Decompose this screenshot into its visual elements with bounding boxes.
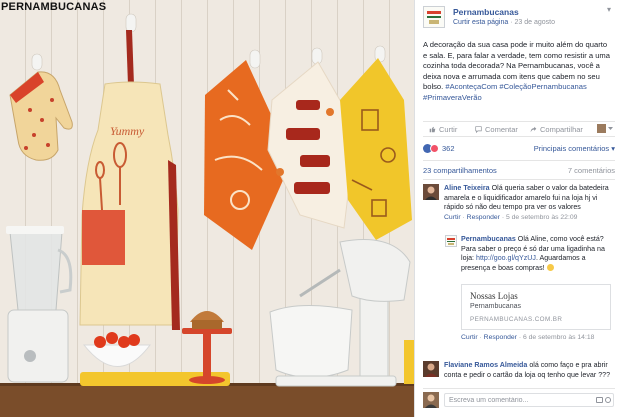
avatar[interactable] <box>423 361 439 377</box>
post-hashtags[interactable]: #AconteçaCom #ColeçãoPernambucanas #Prim… <box>423 82 587 102</box>
post-header: Pernambucanas Curtir esta página · 23 de… <box>423 6 615 32</box>
reply-link[interactable]: http://goo.gl/qYzUJ <box>476 254 536 262</box>
meta-separator: · <box>510 19 513 26</box>
page-avatar[interactable] <box>423 6 445 28</box>
like-page-link[interactable]: Curtir esta página <box>453 19 508 26</box>
share-button[interactable]: Compartilhar <box>530 125 583 134</box>
avatar[interactable] <box>423 184 439 200</box>
emoji-icon[interactable] <box>605 397 611 403</box>
reply-like-link[interactable]: Curtir <box>461 334 478 341</box>
like-button[interactable]: Curtir <box>429 125 457 134</box>
comment-author[interactable]: Aline Teixeira <box>444 184 490 192</box>
kitchen-photo: Yummy <box>0 0 414 417</box>
current-user-avatar <box>423 392 439 408</box>
comment-input-box[interactable] <box>444 393 614 407</box>
page-name[interactable]: Pernambucanas <box>453 7 519 17</box>
post-text: A decoração da sua casa pode ir muito al… <box>423 40 613 104</box>
reply-body: Pernambucanas Olá Aline, como você está?… <box>461 235 611 273</box>
comment-icon <box>475 126 482 133</box>
post-meta: Curtir esta página · 23 de agosto <box>453 19 555 26</box>
reactions-bar: 362 Principais comentários ▾ <box>423 143 615 157</box>
smile-emoji-icon <box>546 263 554 271</box>
comment-input[interactable] <box>445 394 593 406</box>
divider <box>423 388 615 389</box>
reply-footer-links: Curtir · Responder · 6 de setembro às 14… <box>461 334 595 341</box>
comment-composer <box>423 392 615 410</box>
love-reaction-icon[interactable] <box>430 144 439 153</box>
share-icon <box>530 126 537 133</box>
share-count[interactable]: 23 compartilhamentos <box>423 166 497 175</box>
comment-time[interactable]: 5 de setembro às 22:09 <box>506 214 577 221</box>
reply-reply-link[interactable]: Responder <box>484 334 517 341</box>
apron-text: Yummy <box>110 124 145 138</box>
post-panel: Pernambucanas Curtir esta página · 23 de… <box>414 0 620 417</box>
comment-button[interactable]: Comentar <box>475 125 518 134</box>
reply-footer: Curtir · Responder · 6 de setembro às 14… <box>461 333 611 342</box>
reaction-count[interactable]: 362 <box>442 144 455 153</box>
divider <box>423 179 615 180</box>
thumbs-up-icon <box>429 126 436 133</box>
camera-icon[interactable] <box>596 397 603 403</box>
card-description: Pernambucanas <box>470 303 521 310</box>
card-url: PERNAMBUCANAS.COM.BR <box>470 316 563 323</box>
comment-reply-link[interactable]: Responder <box>467 214 500 221</box>
comment-footer: Curtir · Responder · 5 de setembro às 22… <box>444 213 578 221</box>
card-title: Nossas Lojas <box>470 291 518 301</box>
comment-label: Comentar <box>485 125 518 134</box>
chevron-down-icon[interactable]: ▾ <box>607 6 615 14</box>
post-photo[interactable]: Yummy PERNAMBUCANAS <box>0 0 414 417</box>
comment-like-link[interactable]: Curtir <box>444 214 461 221</box>
user-avatar-icon <box>597 124 613 133</box>
share-label: Compartilhar <box>540 125 583 134</box>
actor-selector[interactable] <box>597 124 613 134</box>
comment-body: Flaviane Ramos Almeida olá como faço e p… <box>444 361 612 380</box>
reply-author[interactable]: Pernambucanas <box>461 235 516 243</box>
brand-overlay: PERNAMBUCANAS <box>1 1 107 13</box>
post-date[interactable]: 23 de agosto <box>515 19 555 26</box>
comment-body: Aline Teixeira Olá queria saber o valor … <box>444 184 612 222</box>
like-label: Curtir <box>439 125 458 134</box>
divider <box>423 160 615 161</box>
page-reply-avatar[interactable] <box>445 235 457 247</box>
engagement-counts: 23 compartilhamentos 7 comentários <box>423 166 615 176</box>
link-preview-card[interactable]: Nossas Lojas Pernambucanas PERNAMBUCANAS… <box>461 284 611 330</box>
post-actions: Curtir Comentar Compartilhar <box>423 121 615 137</box>
comment-author[interactable]: Flaviane Ramos Almeida <box>444 361 527 369</box>
top-comments-selector[interactable]: Principais comentários ▾ <box>534 144 615 153</box>
reply-time[interactable]: 6 de setembro às 14:18 <box>523 334 594 341</box>
comment-count[interactable]: 7 comentários <box>568 166 615 175</box>
